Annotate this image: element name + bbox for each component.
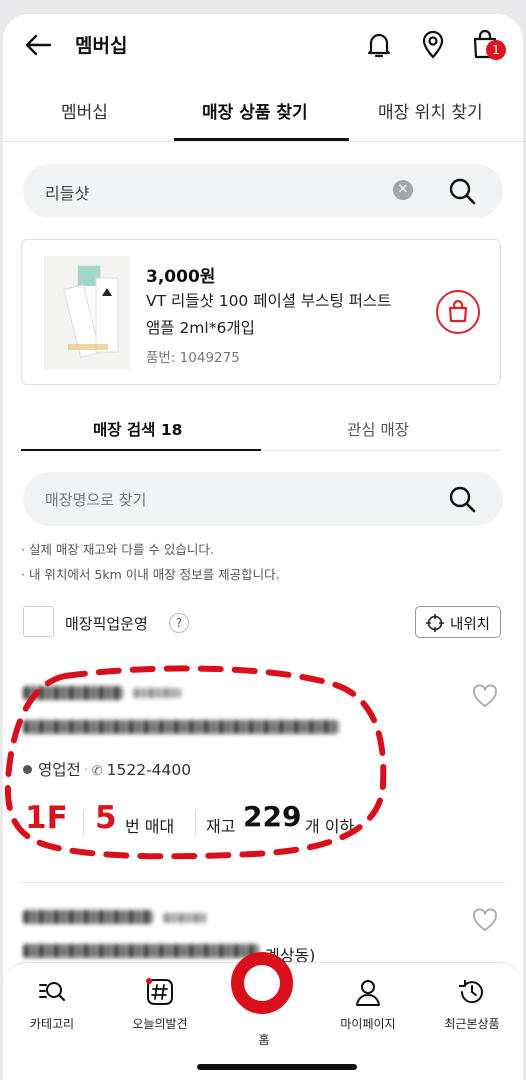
cart-count-badge: 1 [486,40,506,60]
bell-icon[interactable] [363,28,395,60]
nav-label: 최근본상품 [444,1017,500,1031]
store-divider [21,882,505,883]
tab-store-location-search[interactable]: 매장 위치 찾기 [378,98,483,123]
product-thumbnail [44,256,130,370]
store-name-search-input[interactable]: 매장명으로 찾기 [23,472,503,526]
tab-membership[interactable]: 멤버십 [61,98,108,123]
home-icon[interactable] [231,952,293,1014]
product-search-input[interactable]: 리들샷 [23,164,503,218]
search-query: 리들샷 [45,184,90,203]
pickup-label: 매장픽업운영 [65,615,148,633]
app-screen: 멤버십 1 멤버십 매장 상품 찾기 매장 위치 찾기 리들샷 ✕ 3,000원… [3,14,523,1080]
my-location-label: 내위치 [450,617,491,633]
product-code: 품번: 1049275 [146,350,240,366]
highlight-annotation [4,665,387,860]
store-search-placeholder: 매장명으로 찾기 [45,491,147,509]
search-icon[interactable] [447,484,477,514]
tab-favorite-stores[interactable]: 관심 매장 [347,418,409,440]
back-arrow-icon[interactable] [23,30,53,60]
category-search-icon [39,982,66,1002]
tab-store-search[interactable]: 매장 검색 18 [93,418,182,440]
page-title: 멤버십 [75,35,128,57]
clear-search-icon[interactable]: ✕ [393,180,413,200]
nav-today-discovery[interactable]: 오늘의발견 [115,977,205,1032]
top-tabs: 멤버십 매장 상품 찾기 매장 위치 찾기 [3,86,523,142]
pickup-filter-row: 매장픽업운영 ? 내위치 [23,606,503,640]
product-card[interactable]: 3,000원 VT 리들샷 100 페이셜 부스팅 퍼스트 앰플 2ml*6개입… [21,239,501,385]
nav-label: 홈 [258,1033,270,1047]
notice-stock-accuracy: · 실제 매장 재고와 다를 수 있습니다. [21,542,214,557]
store-tab-divider [261,450,501,451]
nav-home[interactable]: 홈 [219,1023,309,1048]
shopping-bag-icon [448,299,468,323]
add-to-bag-button[interactable] [436,290,480,334]
nav-label: 마이페이지 [340,1017,396,1031]
help-icon[interactable]: ? [169,613,189,633]
history-icon [459,980,483,1004]
notice-distance: · 내 위치에서 5km 이내 매장 정보를 제공합니다. [21,567,280,582]
nav-category[interactable]: 카테고리 [7,977,97,1032]
store-distance-redacted [163,913,207,923]
product-name: VT 리들샷 100 페이셜 부스팅 퍼스트 앰플 2ml*6개입 [146,292,392,337]
pickup-checkbox[interactable] [23,606,54,637]
home-indicator [197,1064,357,1070]
search-icon[interactable] [447,176,477,206]
heart-icon[interactable] [471,906,499,934]
my-location-button[interactable]: 내위치 [415,606,501,638]
store-tabs: 매장 검색 18 관심 매장 [21,404,501,452]
active-tab-indicator [174,138,349,141]
crosshair-icon [426,614,444,632]
nav-label: 카테고리 [29,1017,75,1031]
header: 멤버십 1 [3,14,523,76]
active-store-tab-indicator [21,449,261,451]
nav-label: 오늘의발견 [132,1017,188,1031]
tab-store-product-search[interactable]: 매장 상품 찾기 [202,98,308,123]
heart-icon[interactable] [471,682,499,710]
location-pin-icon[interactable] [417,28,449,60]
person-icon [356,980,380,1006]
nav-recently-viewed[interactable]: 최근본상품 [427,977,517,1032]
nav-mypage[interactable]: 마이페이지 [323,977,413,1032]
hashtag-icon [146,978,173,1005]
store-address-redacted [23,944,259,958]
product-price: 3,000원 [146,267,216,287]
store-name-redacted [23,910,153,924]
